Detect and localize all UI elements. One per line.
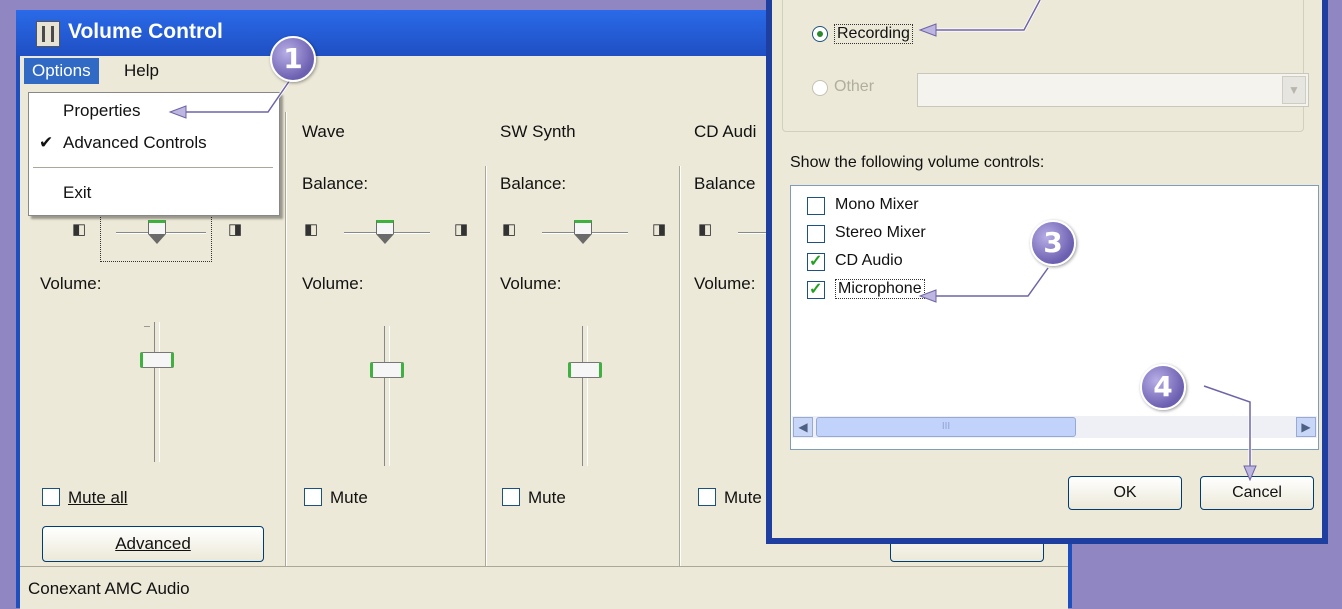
callout-badge-4: 4 [1140, 364, 1186, 410]
callout-badge-3: 3 [1030, 220, 1076, 266]
callout-leader-lines [168, 0, 1257, 482]
callout-badge-1: 1 [270, 36, 316, 82]
